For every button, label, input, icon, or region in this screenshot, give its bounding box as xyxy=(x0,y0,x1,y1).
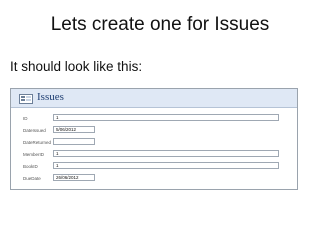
field-label-datereturned: DateReturned xyxy=(23,140,52,145)
field-memberid[interactable]: 1 xyxy=(53,150,279,157)
field-label-memberid: MemberID xyxy=(23,152,45,157)
slide-subtitle: It should look like this: xyxy=(10,59,143,74)
field-dateissued[interactable]: 5/06/2012 xyxy=(53,126,95,133)
issues-form: Issues ID 1 DateIssued 5/06/2012 DateRet… xyxy=(10,88,298,190)
field-id[interactable]: 1 xyxy=(53,114,279,121)
form-title: Issues xyxy=(37,91,64,103)
field-datereturned[interactable] xyxy=(53,138,95,145)
form-icon xyxy=(19,94,33,104)
form-header: Issues xyxy=(11,89,297,108)
field-label-id: ID xyxy=(23,116,28,121)
field-label-duedate: DueDate xyxy=(23,176,41,181)
slide-title: Lets create one for Issues xyxy=(50,14,270,35)
field-bookid[interactable]: 1 xyxy=(53,162,279,169)
field-label-bookid: BookID xyxy=(23,164,38,169)
field-duedate[interactable]: 26/06/2012 xyxy=(53,174,95,181)
field-label-dateissued: DateIssued xyxy=(23,128,46,133)
